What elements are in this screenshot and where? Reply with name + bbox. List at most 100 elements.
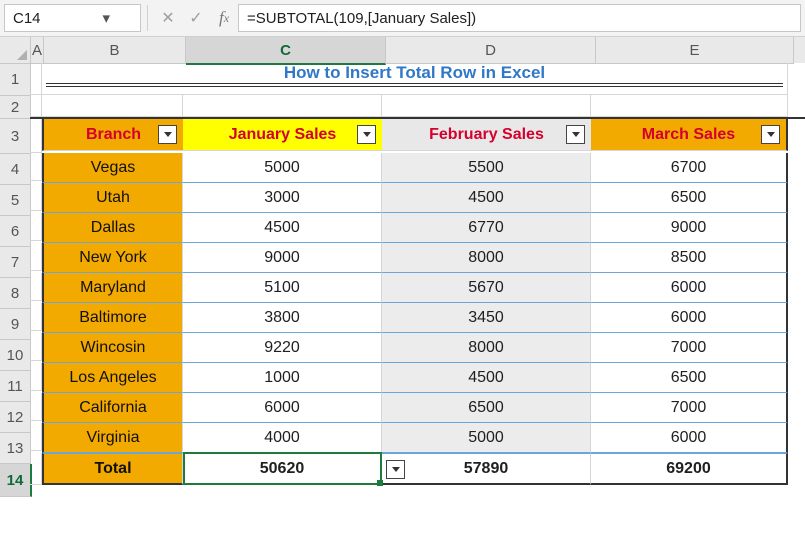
table-row[interactable]: Dallas450067709000 <box>30 213 805 243</box>
col-header-D[interactable]: D <box>386 37 596 64</box>
cell-D2[interactable] <box>382 95 591 117</box>
header-branch[interactable]: Branch <box>42 119 183 151</box>
mar-cell[interactable]: 9000 <box>591 213 788 243</box>
cell-B2[interactable] <box>42 95 183 117</box>
select-all-triangle[interactable] <box>0 37 31 64</box>
feb-cell[interactable]: 4500 <box>382 183 591 213</box>
table-row[interactable]: Utah300045006500 <box>30 183 805 213</box>
branch-cell[interactable]: Maryland <box>42 273 183 303</box>
cell-A3[interactable] <box>30 119 42 153</box>
cell-A1[interactable] <box>30 63 42 95</box>
branch-cell[interactable]: Virginia <box>42 423 183 453</box>
row-header-5[interactable]: 5 <box>0 185 31 216</box>
title-cell[interactable]: How to Insert Total Row in Excel <box>42 63 788 95</box>
row-header-13[interactable]: 13 <box>0 433 31 464</box>
table-row[interactable]: Los Angeles100045006500 <box>30 363 805 393</box>
branch-cell[interactable]: Wincosin <box>42 333 183 363</box>
mar-cell[interactable]: 6500 <box>591 363 788 393</box>
row-header-4[interactable]: 4 <box>0 154 31 185</box>
fx-icon[interactable]: fx <box>210 5 238 31</box>
cell-A6[interactable] <box>30 213 42 241</box>
accept-formula-button[interactable]: ✓ <box>182 5 210 31</box>
feb-cell[interactable]: 6770 <box>382 213 591 243</box>
mar-cell[interactable]: 7000 <box>591 393 788 423</box>
table-row[interactable]: New York900080008500 <box>30 243 805 273</box>
jan-cell[interactable]: 3800 <box>183 303 382 333</box>
feb-cell[interactable]: 5000 <box>382 423 591 453</box>
total-january-cell[interactable]: 50620 <box>183 453 382 485</box>
col-header-E[interactable]: E <box>596 37 794 64</box>
col-header-C[interactable]: C <box>186 37 386 65</box>
total-february-cell[interactable]: 57890 <box>382 453 591 485</box>
col-header-B[interactable]: B <box>44 37 186 64</box>
mar-cell[interactable]: 7000 <box>591 333 788 363</box>
feb-cell[interactable]: 5670 <box>382 273 591 303</box>
cell-A14[interactable] <box>30 453 42 485</box>
col-header-A[interactable]: A <box>31 37 44 64</box>
branch-cell[interactable]: Los Angeles <box>42 363 183 393</box>
cancel-formula-button[interactable]: ✕ <box>154 5 182 31</box>
cell-A10[interactable] <box>30 333 42 361</box>
jan-cell[interactable]: 5000 <box>183 153 382 183</box>
row-header-11[interactable]: 11 <box>0 371 31 402</box>
jan-cell[interactable]: 4000 <box>183 423 382 453</box>
table-row[interactable]: Virginia400050006000 <box>30 423 805 453</box>
cell-dropdown-icon[interactable] <box>386 460 405 479</box>
feb-cell[interactable]: 8000 <box>382 243 591 273</box>
cell-A5[interactable] <box>30 183 42 211</box>
chevron-down-icon[interactable]: ▾ <box>73 9 141 27</box>
mar-cell[interactable]: 8500 <box>591 243 788 273</box>
formula-input[interactable]: =SUBTOTAL(109,[January Sales]) <box>238 4 801 32</box>
jan-cell[interactable]: 4500 <box>183 213 382 243</box>
branch-cell[interactable]: New York <box>42 243 183 273</box>
branch-cell[interactable]: California <box>42 393 183 423</box>
cell-E2[interactable] <box>591 95 788 117</box>
filter-icon[interactable] <box>761 125 780 144</box>
filter-icon[interactable] <box>566 125 585 144</box>
jan-cell[interactable]: 3000 <box>183 183 382 213</box>
filter-icon[interactable] <box>357 125 376 144</box>
cell-A13[interactable] <box>30 423 42 451</box>
row-header-3[interactable]: 3 <box>0 119 31 154</box>
sheet-grid[interactable]: How to Insert Total Row in Excel Branch … <box>30 63 805 497</box>
cell-A8[interactable] <box>30 273 42 301</box>
header-january[interactable]: January Sales <box>183 119 382 151</box>
total-row[interactable]: Total 50620 57890 69200 <box>30 453 805 485</box>
feb-cell[interactable]: 4500 <box>382 363 591 393</box>
table-row[interactable]: Baltimore380034506000 <box>30 303 805 333</box>
branch-cell[interactable]: Baltimore <box>42 303 183 333</box>
cell-A7[interactable] <box>30 243 42 271</box>
cell-A11[interactable] <box>30 363 42 391</box>
row-header-12[interactable]: 12 <box>0 402 31 433</box>
row-header-8[interactable]: 8 <box>0 278 31 309</box>
total-label-cell[interactable]: Total <box>42 453 183 485</box>
feb-cell[interactable]: 5500 <box>382 153 591 183</box>
mar-cell[interactable]: 6000 <box>591 273 788 303</box>
branch-cell[interactable]: Vegas <box>42 153 183 183</box>
mar-cell[interactable]: 6000 <box>591 303 788 333</box>
row-header-1[interactable]: 1 <box>0 63 31 96</box>
branch-cell[interactable]: Utah <box>42 183 183 213</box>
feb-cell[interactable]: 3450 <box>382 303 591 333</box>
row-header-2[interactable]: 2 <box>0 96 31 119</box>
jan-cell[interactable]: 9000 <box>183 243 382 273</box>
table-row[interactable]: California600065007000 <box>30 393 805 423</box>
table-row[interactable]: Maryland510056706000 <box>30 273 805 303</box>
table-row[interactable]: Vegas500055006700 <box>30 153 805 183</box>
jan-cell[interactable]: 9220 <box>183 333 382 363</box>
row-header-6[interactable]: 6 <box>0 216 31 247</box>
cell-A2[interactable] <box>30 95 42 117</box>
mar-cell[interactable]: 6700 <box>591 153 788 183</box>
row-header-7[interactable]: 7 <box>0 247 31 278</box>
cell-A4[interactable] <box>30 153 42 181</box>
jan-cell[interactable]: 6000 <box>183 393 382 423</box>
cell-A12[interactable] <box>30 393 42 421</box>
row-header-9[interactable]: 9 <box>0 309 31 340</box>
feb-cell[interactable]: 6500 <box>382 393 591 423</box>
row-header-10[interactable]: 10 <box>0 340 31 371</box>
branch-cell[interactable]: Dallas <box>42 213 183 243</box>
cell-A9[interactable] <box>30 303 42 331</box>
header-march[interactable]: March Sales <box>591 119 788 151</box>
name-box[interactable]: C14 ▾ <box>4 4 141 32</box>
table-row[interactable]: Wincosin922080007000 <box>30 333 805 363</box>
